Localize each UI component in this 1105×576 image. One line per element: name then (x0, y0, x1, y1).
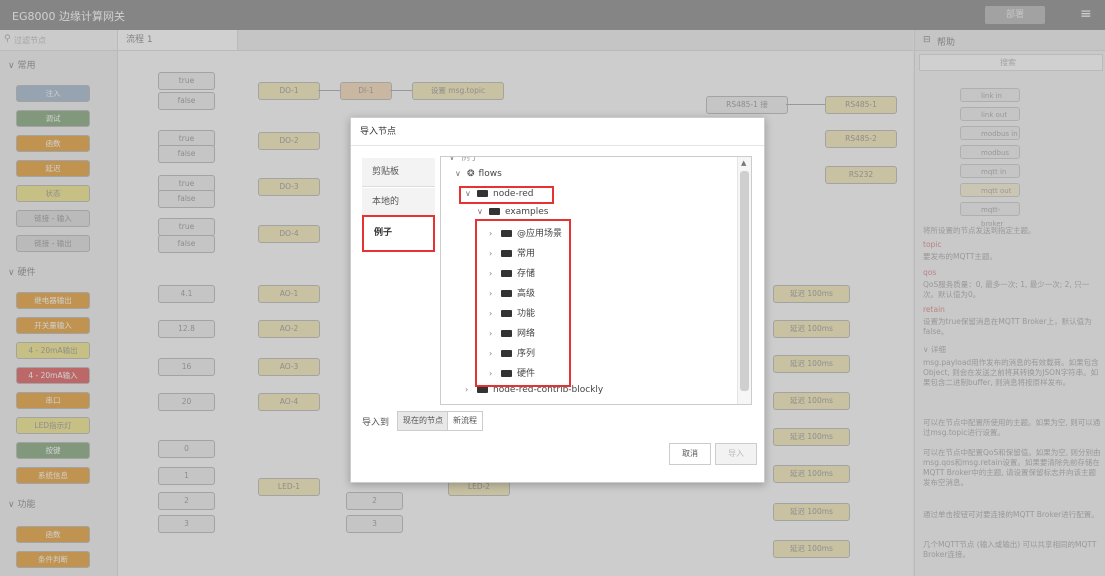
highlight-examples (475, 219, 571, 387)
new-flow-button[interactable]: 新流程 (447, 411, 483, 431)
import-to-label: 导入到 (362, 418, 390, 428)
folder-icon (489, 208, 500, 215)
import-button[interactable]: 导入 (715, 443, 757, 465)
scroll-up-icon[interactable]: ▲ (741, 159, 746, 167)
tab-local[interactable]: 本地的 (362, 188, 435, 217)
current-flow-button[interactable]: 现在的节点 (397, 411, 449, 431)
cancel-button[interactable]: 取消 (669, 443, 711, 465)
highlight-node-red (459, 186, 554, 204)
tree-flows[interactable]: ∨ ❂ flows (455, 165, 502, 183)
dialog-title: 导入节点 (351, 118, 764, 146)
tab-examples[interactable]: 例子 (362, 215, 435, 252)
flows-icon: ❂ (467, 169, 475, 179)
scroll-thumb[interactable] (740, 171, 749, 391)
import-dialog: 导入节点 剪贴板 本地的 例子 ∨ 例子 ∨ ❂ flows ∨ node-red ∨ e… (350, 117, 765, 483)
folder-icon (477, 386, 488, 393)
chevron-down-icon: ∨ (455, 169, 461, 178)
tab-clipboard[interactable]: 剪贴板 (362, 158, 435, 187)
tree-scrollbar[interactable]: ▲ (737, 157, 751, 404)
example-tree: ∨ 例子 ∨ ❂ flows ∨ node-red ∨ examples › @应用场景 ›… (440, 156, 752, 405)
